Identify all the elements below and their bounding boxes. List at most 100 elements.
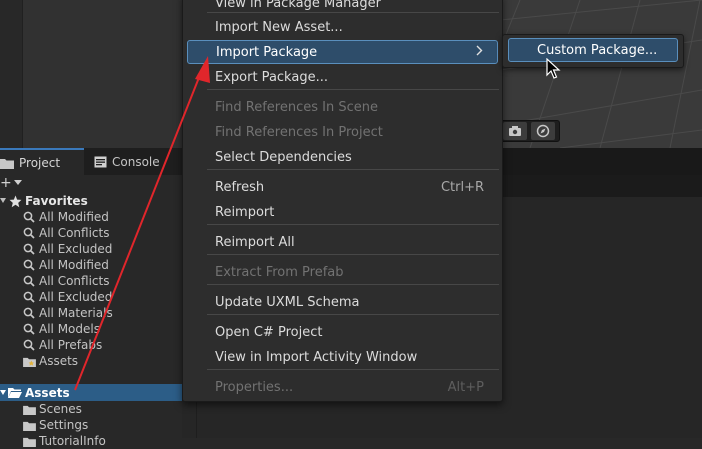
context-menu: View in Package Manager Import New Asset.… (182, 0, 503, 402)
menu-item-custom-package[interactable]: Custom Package... (508, 38, 678, 62)
plus-icon: + (0, 175, 12, 191)
tree-favorite-item[interactable]: All Materials (0, 305, 182, 321)
menu-item-import-new-asset[interactable]: Import New Asset... (187, 15, 498, 39)
menu-item-open-c-project[interactable]: Open C# Project (187, 320, 498, 344)
menu-item-label: Select Dependencies (215, 149, 352, 165)
add-asset-button[interactable]: + (0, 175, 24, 191)
menu-item-label: Properties... (215, 379, 294, 395)
search-icon (22, 210, 36, 224)
menu-item-label: Import New Asset... (215, 19, 343, 35)
tab-console-label: Console (112, 154, 160, 169)
search-icon (22, 258, 36, 272)
menu-item-label: Custom Package... (537, 42, 658, 58)
menu-item-label: Open C# Project (215, 324, 323, 340)
menu-item-label: Reimport All (215, 234, 295, 250)
menu-item-label: Find References In Scene (215, 99, 378, 115)
scene-left-strip (0, 0, 23, 148)
menu-item-find-references-in-project: Find References In Project (187, 120, 498, 144)
menu-item-label: Find References In Project (215, 124, 383, 140)
tab-project[interactable]: Project (0, 148, 84, 175)
tab-console[interactable]: Console (88, 148, 176, 175)
tree-favorite-item[interactable]: All Models (0, 321, 182, 337)
compass-icon (536, 124, 550, 138)
gizmo-compass-button[interactable] (531, 122, 555, 140)
search-icon (22, 290, 36, 304)
tree-favorite-label: Assets (39, 354, 79, 368)
search-icon (22, 242, 36, 256)
tree-favorite-item[interactable]: All Excluded (0, 241, 182, 257)
camera-button[interactable] (503, 122, 527, 140)
folder-icon (22, 402, 36, 416)
menu-item-import-package[interactable]: Import Package (187, 40, 498, 64)
menu-item-update-uxml-schema[interactable]: Update UXML Schema (187, 290, 498, 314)
tree-asset-folder-label: Settings (39, 418, 89, 432)
tab-project-label: Project (19, 155, 61, 170)
tree-asset-folder[interactable]: Settings (0, 417, 182, 433)
menu-item-export-package[interactable]: Export Package... (187, 65, 498, 89)
tree-favorite-item[interactable]: All Excluded (0, 289, 182, 305)
tree-asset-folder[interactable]: Scenes (0, 401, 182, 417)
expand-arrow-icon (0, 386, 8, 400)
console-icon (94, 156, 107, 167)
folder-icon (22, 434, 36, 448)
menu-separator (207, 254, 499, 255)
folder-star-icon (22, 354, 36, 368)
menu-separator (207, 284, 499, 285)
menu-item-select-dependencies[interactable]: Select Dependencies (187, 145, 498, 169)
star-icon (8, 194, 22, 208)
menu-item-view-in-package-manager[interactable]: View in Package Manager (187, 0, 498, 15)
tree-favorite-label: All Modified (39, 258, 109, 272)
tree-favorites-label: Favorites (25, 194, 88, 208)
menu-separator (207, 89, 499, 90)
tree-favorite-label: All Conflicts (39, 274, 110, 288)
tree-favorite-label: All Models (39, 322, 100, 336)
menu-separator (207, 314, 499, 315)
menu-item-refresh[interactable]: Refresh Ctrl+R (187, 175, 498, 199)
folder-icon (22, 418, 36, 432)
tree-asset-folder[interactable]: TutorialInfo (0, 433, 182, 449)
menu-item-reimport-all[interactable]: Reimport All (187, 230, 498, 254)
tree-favorite-item[interactable]: Assets (0, 353, 182, 369)
folder-open-icon (8, 386, 22, 400)
tree-favorite-label: All Excluded (39, 242, 113, 256)
tree-favorite-item[interactable]: All Modified (0, 209, 182, 225)
search-icon (22, 338, 36, 352)
tree-favorite-label: All Conflicts (39, 226, 110, 240)
import-package-submenu: Custom Package... (502, 34, 684, 68)
tree-favorites[interactable]: Favorites (0, 193, 182, 209)
menu-item-label: Update UXML Schema (215, 294, 360, 310)
menu-item-extract-from-prefab: Extract From Prefab (187, 260, 498, 284)
menu-item-properties: Properties... Alt+P (187, 375, 498, 399)
expand-arrow-icon (0, 194, 8, 208)
menu-item-view-in-import-activity-window[interactable]: View in Import Activity Window (187, 345, 498, 369)
tree-favorite-label: All Prefabs (39, 338, 103, 352)
tree-favorite-item[interactable]: All Modified (0, 257, 182, 273)
tree-favorite-item[interactable]: All Prefabs (0, 337, 182, 353)
menu-separator (207, 224, 499, 225)
menu-item-label: View in Import Activity Window (215, 349, 418, 365)
menu-item-label: Reimport (215, 204, 275, 220)
tree-asset-folder-label: Scenes (39, 402, 82, 416)
tree-favorite-item[interactable]: All Conflicts (0, 273, 182, 289)
tree-favorite-label: All Materials (39, 306, 113, 320)
menu-item-label: Import Package (216, 44, 318, 60)
search-icon (22, 306, 36, 320)
search-icon (22, 274, 36, 288)
tree-favorite-label: All Excluded (39, 290, 113, 304)
menu-separator (207, 169, 499, 170)
tree-assets[interactable]: Assets (0, 384, 182, 401)
search-icon (22, 226, 36, 240)
camera-icon (509, 126, 521, 136)
menu-item-label: View in Package Manager (215, 0, 381, 11)
chevron-right-icon (476, 45, 483, 60)
tree-favorite-item[interactable]: All Conflicts (0, 225, 182, 241)
tree-favorite-label: All Modified (39, 210, 109, 224)
menu-item-reimport[interactable]: Reimport (187, 200, 498, 224)
tree-assets-label: Assets (25, 385, 70, 400)
menu-item-label: Refresh (215, 179, 265, 195)
mouse-cursor-icon (546, 57, 562, 83)
folder-icon (0, 158, 14, 169)
dropdown-arrow-icon (13, 180, 22, 185)
scene-toolbar (496, 120, 560, 142)
menu-item-label: Extract From Prefab (215, 264, 344, 280)
